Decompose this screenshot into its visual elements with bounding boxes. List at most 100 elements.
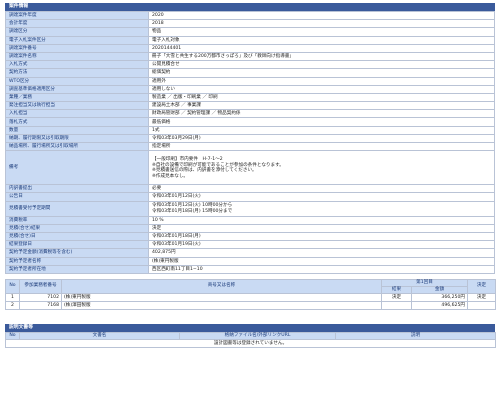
bid-detail-page: 案件情報 調達案件年度 2020 会計年度 2018 調達区分 物品 電子入札案件区分 電子入… xyxy=(5,3,496,348)
docs-col-name: 文書名 xyxy=(19,331,180,340)
info-row: 発注担当又は執行担当 建設局土木部 ／ 事業課 xyxy=(5,101,495,111)
info-key: 落札方式 xyxy=(5,117,149,127)
info-key: 発注担当又は執行担当 xyxy=(5,101,149,111)
col-company-name: 商号又は名称 xyxy=(61,278,382,294)
info-row: 内訳書提出 必要 xyxy=(5,184,495,194)
info-value: 最低価格 xyxy=(148,117,495,127)
info-key: 調達案件名称 xyxy=(5,51,149,62)
info-value: 財政局管財部 ／ 契約管理課 ／ 物品契約係 xyxy=(148,109,495,119)
info-row: 見積書受付予定期間 令和03年01月12日(火) 10時00分から 令和03年01月… xyxy=(5,200,495,217)
info-row: 見積(合せ)結果 決定 xyxy=(5,223,495,233)
info-value: 電子入札対象 xyxy=(148,35,495,45)
info-value: 令和03年01月18日(月) xyxy=(148,231,495,242)
info-key: 数量 xyxy=(5,125,149,135)
info-row: 契約方法 総価契約 xyxy=(5,68,495,78)
info-row: 結果登録日 令和03年01月19日(火) xyxy=(5,240,495,250)
info-key: 調達案件番号 xyxy=(5,43,149,53)
bid-result-table: No 参加業務者番号 商号又は名称 第1回目 決定 結果 金額 1 7102 (株)… xyxy=(5,278,496,310)
col-status: 結果 xyxy=(381,285,412,294)
info-value: 10 % xyxy=(148,215,495,225)
info-key: 電子入札案件区分 xyxy=(5,35,149,45)
info-value: 公開見積合せ xyxy=(148,60,495,70)
case-info-table: 調達案件年度 2020 会計年度 2018 調達区分 物品 電子入札案件区分 電子入札対象 調達… xyxy=(5,10,495,274)
info-key: 調査基準価格適用区分 xyxy=(5,84,149,94)
info-row: 電子入札案件区分 電子入札対象 xyxy=(5,35,495,45)
info-row: WTO区分 適用外 xyxy=(5,76,495,86)
docs-col-desc: 説明 xyxy=(335,331,496,340)
info-key: 入札担当 xyxy=(5,109,149,119)
info-row: 調達案件番号 2020144401 xyxy=(5,43,495,53)
info-row: 契約予定金額(消費税等を含む) 402,875円 xyxy=(5,248,495,258)
info-value: 適用しない xyxy=(148,84,495,94)
info-value: 指定場所 xyxy=(148,141,495,152)
participant-number: 7102 xyxy=(19,292,62,302)
info-row: 備考 【一般印刷】市内要件 H-7-1～2 ※自社の設備で印刷が可能であることが参加… xyxy=(5,150,495,186)
info-row: 納品場所、履行場所又は引取場所 指定場所 xyxy=(5,141,495,152)
result-no: 2 xyxy=(5,300,20,310)
info-value: (株)東円製版 xyxy=(148,256,495,266)
round1-status xyxy=(381,300,412,310)
company-name: (株)東円製版 xyxy=(61,292,382,302)
round1-amount: 366,250円 xyxy=(411,292,468,302)
info-row: 入札方式 公開見積合せ xyxy=(5,60,495,70)
info-key: 業種／業務 xyxy=(5,92,149,103)
decision: 決定 xyxy=(467,292,496,302)
info-key: 見積書受付予定期間 xyxy=(5,200,149,217)
info-row: 会計年度 2018 xyxy=(5,19,495,29)
docs-col-file: 格納ファイル名/外部リンクURL xyxy=(179,331,336,340)
info-row: 調達区分 物品 xyxy=(5,27,495,37)
info-row: 公告日 令和03年01月12日(火) xyxy=(5,192,495,202)
info-value: 402,875円 xyxy=(148,248,495,258)
info-key: 見積(合せ)日 xyxy=(5,231,149,242)
col-amount: 金額 xyxy=(411,285,468,294)
info-row: 契約予定者名称 (株)東円製版 xyxy=(5,256,495,266)
info-row: 納期、履行期限又は引取期限 令和03年03月29日(月) xyxy=(5,133,495,144)
info-value: 適用外 xyxy=(148,76,495,86)
case-info-header: 案件情報 xyxy=(5,3,495,11)
info-key: 納期、履行期限又は引取期限 xyxy=(5,133,149,144)
col-round1: 第1回目 xyxy=(381,278,468,287)
info-value-line: ※作成見本なし。 xyxy=(152,173,189,179)
info-key: 契約予定者名称 xyxy=(5,256,149,266)
info-key: 契約予定金額(消費税等を含む) xyxy=(5,248,149,258)
info-value: 西区西町南11丁目1−10 xyxy=(148,264,495,274)
info-row: 落札方式 最低価格 xyxy=(5,117,495,127)
info-key: 契約予定者所在地 xyxy=(5,264,149,274)
info-value: 物品 xyxy=(148,27,495,37)
info-key: 消費税率 xyxy=(5,215,149,225)
info-value: 1式 xyxy=(148,125,495,135)
info-value: 令和03年01月19日(火) xyxy=(148,240,495,250)
info-key: 会計年度 xyxy=(5,19,149,29)
info-row: 数量 1式 xyxy=(5,125,495,135)
col-participant-number: 参加業務者番号 xyxy=(19,278,62,294)
info-row: 調査基準価格適用区分 適用しない xyxy=(5,84,495,94)
info-value: 製造業 ／ 出版・印刷業 ／ 印刷 xyxy=(148,92,495,103)
docs-table: No 文書名 格納ファイル名/外部リンクURL 説明 設計図書等は登録されていま… xyxy=(5,331,496,348)
info-value: 2020144401 xyxy=(148,43,495,53)
col-decision: 決定 xyxy=(467,278,496,294)
info-row: 入札担当 財政局管財部 ／ 契約管理課 ／ 物品契約係 xyxy=(5,109,495,119)
table-row: 2 7168 (株)澤田製版 496,625円 xyxy=(5,300,496,310)
result-no: 1 xyxy=(5,292,20,302)
info-row: 契約予定者所在地 西区西町南11丁目1−10 xyxy=(5,264,495,274)
info-key: 公告日 xyxy=(5,192,149,202)
info-key: 調達区分 xyxy=(5,27,149,37)
info-key: 備考 xyxy=(5,150,149,186)
docs-empty-message: 設計図書等は登録されていません。 xyxy=(5,338,496,348)
info-value: 総価契約 xyxy=(148,68,495,78)
info-key: WTO区分 xyxy=(5,76,149,86)
info-row: 調達案件名称 冊子「大雪と共生する200万都市さっぽろ」及び「教師向け指導書」 xyxy=(5,51,495,62)
info-value: 必要 xyxy=(148,184,495,194)
info-value: 令和03年03月29日(月) xyxy=(148,133,495,144)
docs-col-no: No xyxy=(5,331,20,340)
round1-status: 決定 xyxy=(381,292,412,302)
info-key: 納品場所、履行場所又は引取場所 xyxy=(5,141,149,152)
info-key: 調達案件年度 xyxy=(5,10,149,21)
info-value: 【一般印刷】市内要件 H-7-1～2 ※自社の設備で印刷が可能であることが参加の条… xyxy=(148,150,495,186)
info-value: 令和03年01月12日(火) xyxy=(148,192,495,202)
info-value: 2018 xyxy=(148,19,495,29)
info-key: 結果登録日 xyxy=(5,240,149,250)
info-value: 令和03年01月12日(火) 10時00分から 令和03年01月18日(月) 15… xyxy=(148,200,495,217)
info-key: 契約方法 xyxy=(5,68,149,78)
info-row: 見積(合せ)日 令和03年01月18日(月) xyxy=(5,231,495,242)
